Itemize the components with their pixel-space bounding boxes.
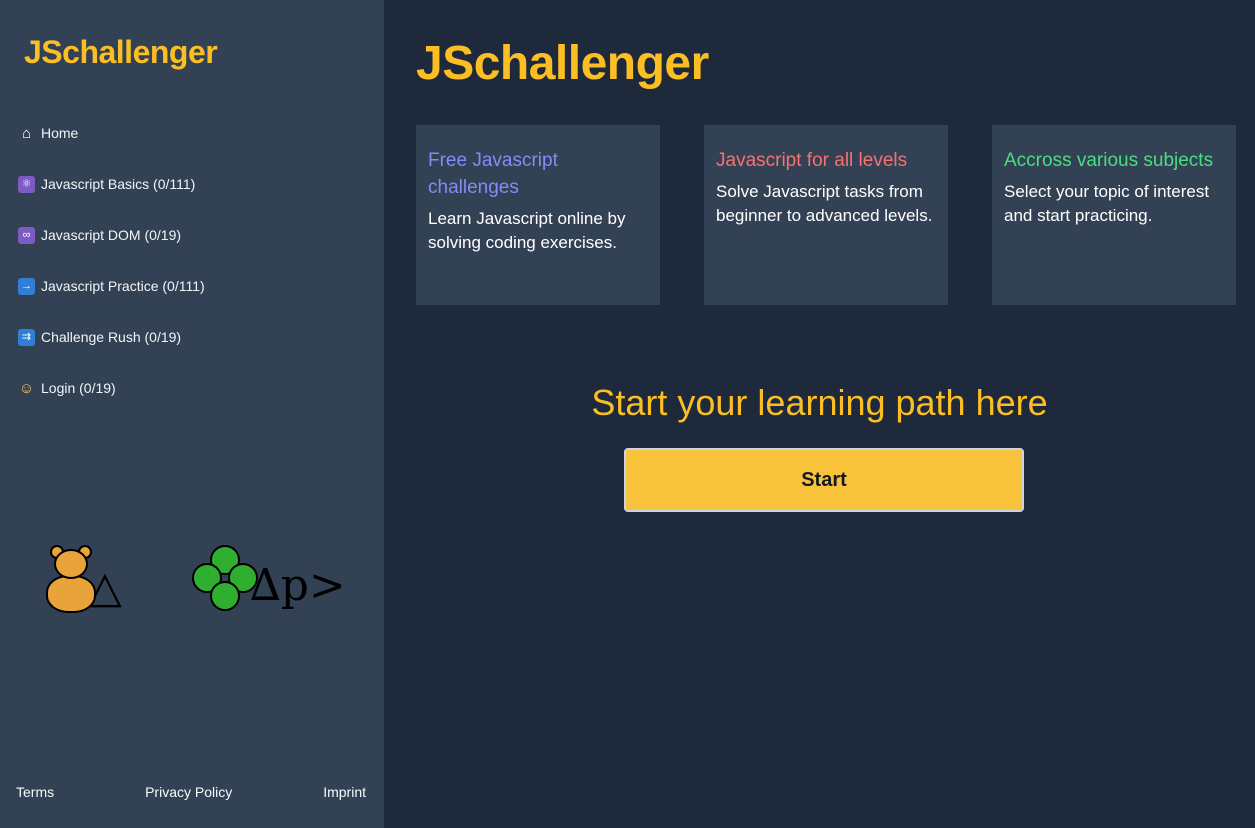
sidebar-item-challenge-rush[interactable]: ⇉ Challenge Rush (0/19) [18,322,205,352]
sidebar: JSchallenger ⌂ Home ⚛ Javascript Basics … [0,0,384,828]
page-title: JSchallenger [416,37,709,90]
privacy-policy-link[interactable]: Privacy Policy [145,784,232,800]
terms-link[interactable]: Terms [16,784,54,800]
sidebar-item-label: Home [41,125,79,141]
person-icon: ☺ [18,379,35,397]
sidebar-item-javascript-practice[interactable]: → Javascript Practice (0/111) [18,271,205,301]
card-body: Select your topic of interest and start … [1004,182,1210,225]
cta-heading: Start your learning path here [591,382,1048,423]
atom-icon: ⚛ [18,175,35,193]
sidebar-item-label: Javascript Practice (0/111) [41,278,205,294]
sidebar-item-label: Login (0/19) [41,380,116,396]
sidebar-item-label: Javascript Basics (0/111) [41,176,196,192]
feature-card-free: Free Javascript challenges Learn Javascr… [416,125,660,305]
teddy-bear-decoration: △ [42,545,122,613]
deco-text: ∆p> [250,560,346,611]
sidebar-logo[interactable]: JSchallenger [24,34,218,71]
sidebar-item-javascript-dom[interactable]: ∞ Javascript DOM (0/19) [18,220,205,250]
card-body: Learn Javascript online by solving codin… [428,209,626,252]
arrow-right-icon: → [18,277,35,295]
sidebar-item-login[interactable]: ☺ Login (0/19) [18,373,205,403]
infinity-icon: ∞ [18,226,35,244]
sidebar-nav: ⌂ Home ⚛ Javascript Basics (0/111) ∞ Jav… [18,118,205,424]
card-body: Solve Javascript tasks from beginner to … [716,182,933,225]
card-title: Accross various subjects [1004,150,1214,171]
card-title: Free Javascript challenges [428,150,558,198]
home-icon: ⌂ [21,124,32,142]
feature-card-levels: Javascript for all levels Solve Javascri… [704,125,948,305]
clover-decoration: ∆p> [192,545,346,611]
clover-icon [192,545,258,611]
rush-icon: ⇉ [18,328,35,346]
footer-links: Terms Privacy Policy Imprint [16,784,366,800]
sidebar-item-label: Challenge Rush (0/19) [41,329,182,345]
imprint-link[interactable]: Imprint [323,784,366,800]
sidebar-item-label: Javascript DOM (0/19) [41,227,182,243]
start-button[interactable]: Start [624,448,1024,512]
feature-card-subjects: Accross various subjects Select your top… [992,125,1236,305]
card-title: Javascript for all levels [716,150,908,171]
main-content: JSchallenger Free Javascript challenges … [384,0,1255,828]
sidebar-item-home[interactable]: ⌂ Home [18,118,205,148]
teddy-bear-icon [42,545,102,613]
sidebar-item-javascript-basics[interactable]: ⚛ Javascript Basics (0/111) [18,169,205,199]
